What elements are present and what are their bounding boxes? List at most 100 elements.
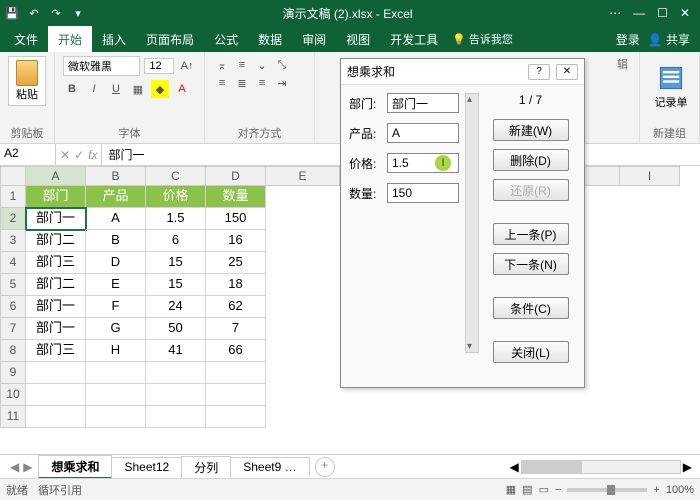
select-all-corner[interactable] [0, 166, 26, 186]
cell[interactable]: 41 [146, 340, 206, 362]
view-pagebreak-icon[interactable]: ▭ [539, 483, 549, 496]
login-link[interactable]: 登录 [616, 31, 640, 48]
horizontal-scrollbar[interactable] [521, 460, 681, 474]
col-header-c[interactable]: C [146, 166, 206, 186]
cell[interactable]: 部门三 [26, 252, 86, 274]
cell[interactable]: 15 [146, 252, 206, 274]
align-middle-icon[interactable]: ≡ [233, 56, 251, 74]
name-box[interactable]: A2 [0, 144, 56, 165]
row-header-7[interactable]: 7 [0, 318, 26, 340]
field-prod-input[interactable] [387, 123, 459, 143]
cell[interactable]: G [86, 318, 146, 340]
cell[interactable]: 24 [146, 296, 206, 318]
font-color-icon[interactable]: A [173, 80, 191, 98]
cell[interactable]: 7 [206, 318, 266, 340]
close-icon[interactable]: ✕ [680, 6, 690, 20]
field-qty-input[interactable] [387, 183, 459, 203]
header-price[interactable]: 价格 [146, 186, 206, 208]
align-top-icon[interactable]: ⌅ [213, 56, 231, 74]
cell[interactable]: 部门二 [26, 230, 86, 252]
col-header-b[interactable]: B [86, 166, 146, 186]
delete-button[interactable]: 删除(D) [493, 149, 569, 171]
col-header-a[interactable]: A [26, 166, 86, 186]
dialog-scrollbar[interactable] [465, 93, 479, 353]
tab-file[interactable]: 文件 [4, 26, 48, 52]
cell[interactable] [146, 406, 206, 428]
cell[interactable]: 部门一 [26, 296, 86, 318]
cell[interactable] [206, 406, 266, 428]
zoom-out-icon[interactable]: − [555, 484, 561, 496]
grow-font-icon[interactable]: A↑ [178, 57, 196, 75]
cell[interactable] [26, 384, 86, 406]
cell[interactable]: 部门一 [26, 318, 86, 340]
ribbon-options-icon[interactable]: ⋯ [609, 6, 621, 20]
indent-icon[interactable]: ⇥ [273, 74, 291, 92]
row-header-5[interactable]: 5 [0, 274, 26, 296]
cell[interactable]: 66 [206, 340, 266, 362]
cancel-icon[interactable]: ✕ [60, 148, 70, 162]
cell[interactable] [146, 362, 206, 384]
row-header-10[interactable]: 10 [0, 384, 26, 406]
row-header-11[interactable]: 11 [0, 406, 26, 428]
view-normal-icon[interactable]: ▦ [506, 483, 516, 496]
header-qty[interactable]: 数量 [206, 186, 266, 208]
hscroll-right-icon[interactable]: ▶ [683, 460, 692, 474]
new-button[interactable]: 新建(W) [493, 119, 569, 141]
zoom-level[interactable]: 100% [666, 484, 694, 496]
field-dept-input[interactable] [387, 93, 459, 113]
row-header-8[interactable]: 8 [0, 340, 26, 362]
cell[interactable]: 150 [206, 208, 266, 230]
tab-home[interactable]: 开始 [48, 26, 92, 52]
tab-view[interactable]: 视图 [336, 26, 380, 52]
cell[interactable]: 25 [206, 252, 266, 274]
tab-insert[interactable]: 插入 [92, 26, 136, 52]
prev-button[interactable]: 上一条(P) [493, 223, 569, 245]
cell[interactable]: H [86, 340, 146, 362]
fill-color-icon[interactable]: ◆ [151, 80, 169, 98]
cell[interactable] [206, 384, 266, 406]
cell[interactable] [26, 406, 86, 428]
next-button[interactable]: 下一条(N) [493, 253, 569, 275]
undo-icon[interactable]: ↶ [26, 5, 42, 21]
qat-more-icon[interactable]: ▾ [70, 5, 86, 21]
zoom-in-icon[interactable]: + [653, 484, 659, 496]
cell[interactable]: 部门三 [26, 340, 86, 362]
sheet-tab[interactable]: Sheet12 [111, 457, 182, 476]
cell[interactable]: B [86, 230, 146, 252]
col-header-i[interactable]: I [620, 166, 680, 186]
cell[interactable] [86, 362, 146, 384]
cell[interactable]: 部门一 [26, 208, 86, 230]
cell[interactable]: 15 [146, 274, 206, 296]
save-icon[interactable]: 💾 [4, 5, 20, 21]
tab-formulas[interactable]: 公式 [204, 26, 248, 52]
font-size-select[interactable]: 12 [144, 58, 174, 74]
align-bottom-icon[interactable]: ⌄ [253, 56, 271, 74]
dialog-close-icon[interactable]: ✕ [556, 64, 578, 80]
row-header-1[interactable]: 1 [0, 186, 26, 208]
underline-icon[interactable]: U [107, 80, 125, 98]
tab-review[interactable]: 审阅 [292, 26, 336, 52]
sheet-nav-prev-icon[interactable]: ◀ [10, 460, 19, 474]
header-dept[interactable]: 部门 [26, 186, 86, 208]
add-sheet-button[interactable]: + [315, 457, 335, 477]
align-center-icon[interactable]: ≣ [233, 74, 251, 92]
row-header-4[interactable]: 4 [0, 252, 26, 274]
sheet-tab[interactable]: Sheet9 … [230, 457, 309, 476]
enter-icon[interactable]: ✓ [74, 148, 84, 162]
view-layout-icon[interactable]: ▤ [522, 483, 532, 496]
cell[interactable]: F [86, 296, 146, 318]
tab-data[interactable]: 数据 [248, 26, 292, 52]
cell[interactable]: E [86, 274, 146, 296]
col-header-e[interactable]: E [266, 166, 340, 186]
fx-icon[interactable]: fx [88, 148, 97, 162]
sheet-tab[interactable]: 分列 [181, 456, 231, 478]
dialog-help-icon[interactable]: ? [528, 64, 550, 80]
redo-icon[interactable]: ↷ [48, 5, 64, 21]
cell[interactable] [86, 406, 146, 428]
cell[interactable]: 16 [206, 230, 266, 252]
header-prod[interactable]: 产品 [86, 186, 146, 208]
align-left-icon[interactable]: ≡ [213, 74, 231, 92]
minimize-icon[interactable]: — [633, 6, 645, 20]
cell[interactable]: 1.5 [146, 208, 206, 230]
share-button[interactable]: 👤 共享 [648, 31, 690, 48]
